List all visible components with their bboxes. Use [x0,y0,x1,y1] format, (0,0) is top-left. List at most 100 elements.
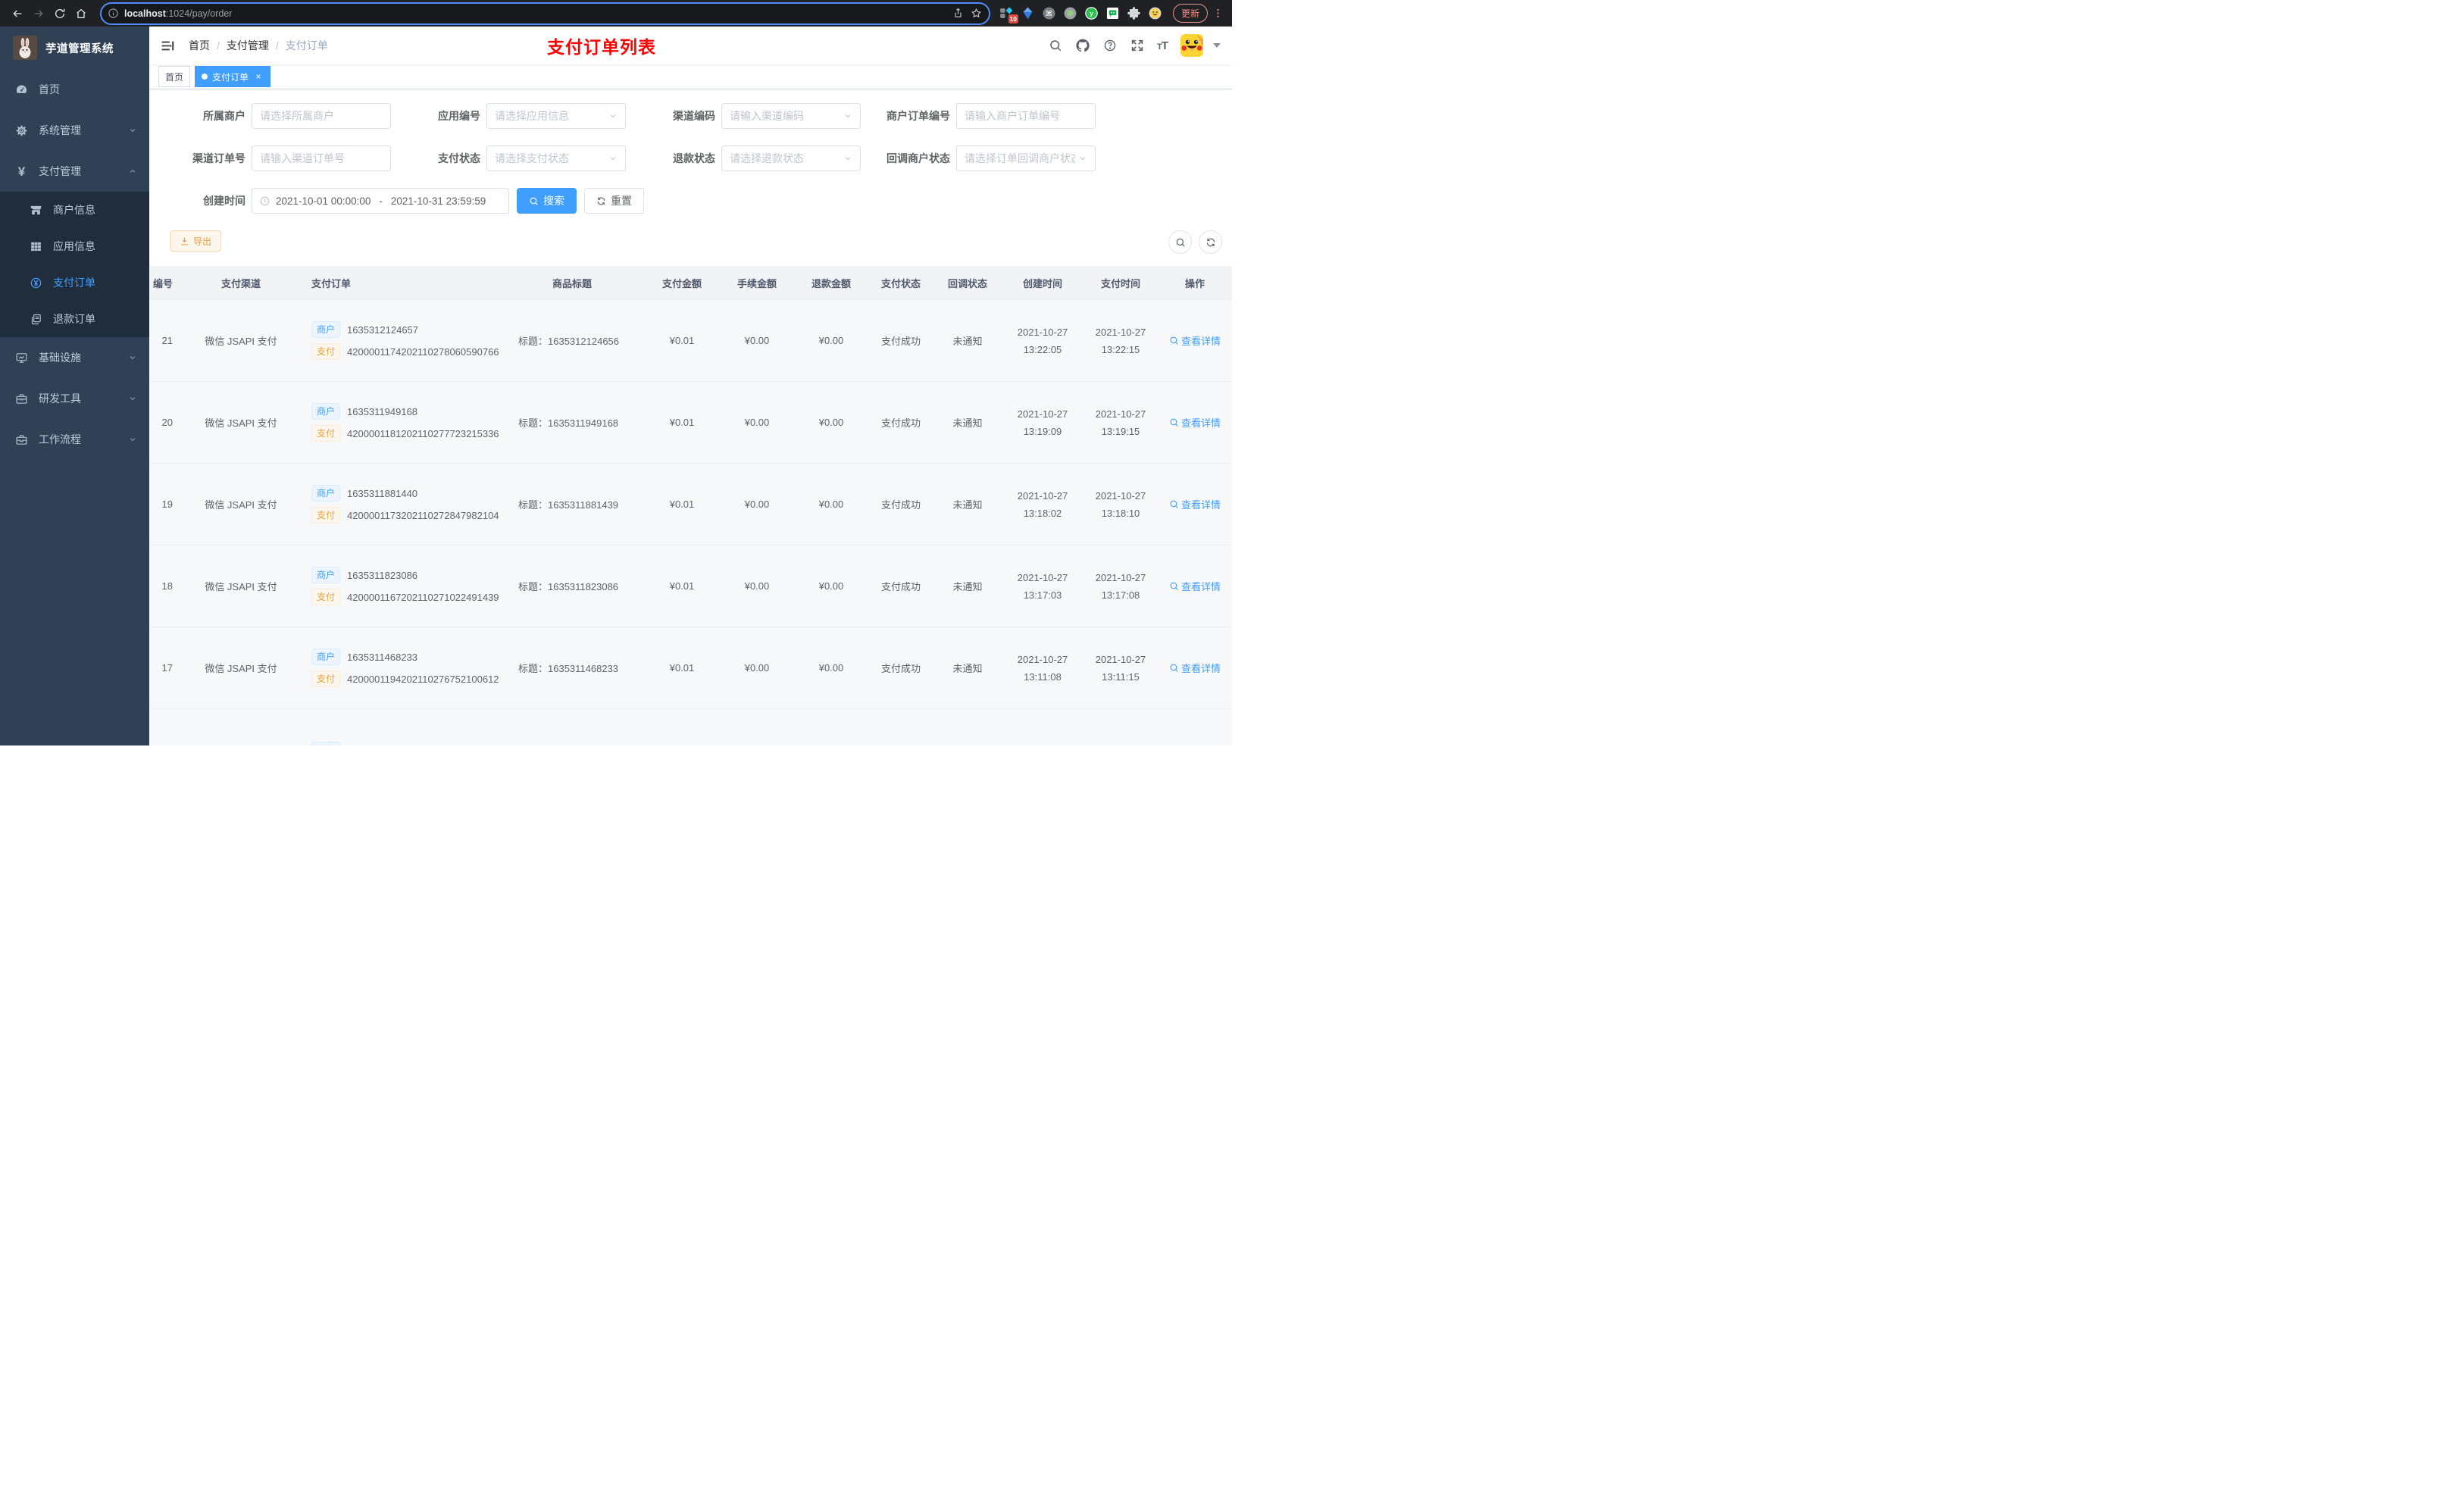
extension-chat-icon[interactable] [1105,6,1120,20]
filter-select[interactable]: 请选择退款状态 [721,145,861,171]
address-bar[interactable]: localhost:1024/pay/order [100,2,990,25]
search-icon[interactable] [1048,39,1062,53]
table-row[interactable]: 18 微信 JSAPI 支付 商户 1635311823086 支付 4200001167… [149,545,1232,627]
cell-pay-amount: ¥0.01 [644,463,720,545]
tag-pay-order[interactable]: 支付订单 × [195,66,271,87]
font-size-icon[interactable]: TT [1157,39,1168,52]
breadcrumb-home[interactable]: 首页 [189,38,210,53]
filter-row-2: 渠道订单号 请输入渠道订单号 支付状态 请选择支付状态 退款状态 请选择退款状态 回调商户状… [170,145,1232,171]
home-icon[interactable] [71,4,91,23]
extension-command-icon[interactable]: ⌘ [1042,6,1056,20]
table-row[interactable]: 21 微信 JSAPI 支付 商户 1635312124657 支付 4200001174… [149,299,1232,382]
sidebar-item-merchant-info[interactable]: 商户信息 [0,192,149,228]
share-icon[interactable] [949,5,968,23]
cell-id: 17 [149,627,177,709]
filter-input[interactable]: 请输入渠道订单号 [252,145,391,171]
sidebar-logo-row[interactable]: 芋道管理系统 [0,27,149,69]
sidebar-item-dev-tools[interactable]: 研发工具 [0,378,149,419]
view-detail-link[interactable]: 查看详情 [1169,579,1221,593]
reload-icon[interactable] [50,4,70,23]
info-icon[interactable] [108,8,119,19]
filter-input[interactable]: 请输入商户订单编号 [956,103,1096,129]
toggle-search-button[interactable] [1168,230,1192,254]
filter-select[interactable]: 请输入渠道编码 [721,103,861,129]
sidebar-item-workflow[interactable]: 工作流程 [0,419,149,460]
reset-button[interactable]: 重置 [584,188,644,214]
cell-pay-amount: ¥0.01 [644,627,720,709]
extension-y-icon[interactable]: y [1084,6,1099,20]
create-time-range-input[interactable]: 2021-10-01 00:00:00 - 2021-10-31 23:59:5… [252,188,509,214]
filter-row-1: 所属商户 请选择所属商户 应用编号 请选择应用信息 渠道编码 请输入渠道编码 商户订单编号 请… [170,103,1232,129]
sidebar-item-app-info[interactable]: 应用信息 [0,228,149,264]
sidebar-item-label: 基础设施 [39,352,81,364]
refresh-button[interactable] [1199,230,1222,254]
help-icon[interactable] [1102,39,1117,53]
filter-select[interactable]: 请选择应用信息 [486,103,626,129]
avatar-caret-icon[interactable] [1213,43,1221,48]
view-detail-link[interactable]: 查看详情 [1169,415,1221,430]
table-row[interactable]: 20 微信 JSAPI 支付 商户 1635311949168 支付 4200001181… [149,381,1232,464]
back-icon[interactable] [8,4,27,23]
filter-field: 渠道订单号 请输入渠道订单号 [170,145,391,171]
sidebar-item-infra[interactable]: 基础设施 [0,337,149,378]
cell-pay-order: 商户 1635312124657 支付 42000011742021102780605… [305,299,500,382]
pay-badge: 支付 [311,425,341,442]
sidebar-item-label: 首页 [39,83,60,95]
extension-kite-icon[interactable] [1021,6,1035,20]
github-icon[interactable] [1075,39,1090,53]
view-detail-label: 查看详情 [1180,663,1221,674]
cell-pay-amount: ¥0.01 [644,299,720,382]
merchant-order-line: 商户 1635311949168 [311,403,500,420]
filter-select[interactable]: 请选择支付状态 [486,145,626,171]
sidebar-item-home[interactable]: 首页 [0,69,149,110]
cell-fee-amount: ¥0.00 [720,627,794,709]
cell-refund-amount: ¥0.00 [794,381,868,464]
cell-pay-status: 支付成功 [868,463,933,545]
bookmark-star-icon[interactable] [968,5,986,23]
breadcrumb-pay-management[interactable]: 支付管理 [227,38,269,53]
merchant-badge: 商户 [311,741,341,746]
chevron-down-icon [608,154,618,163]
export-button[interactable]: 导出 [170,230,222,252]
filter-select[interactable]: 请选择订单回调商户状态 [956,145,1096,171]
dashboard-icon [14,83,29,96]
sidebar-item-pay-order[interactable]: 支付订单 [0,264,149,301]
fullscreen-icon[interactable] [1130,39,1144,53]
extension-tabs-icon[interactable]: 10 [999,6,1018,23]
chevron-down-icon [128,435,137,444]
avatar[interactable] [1180,34,1203,57]
title-value: 1635312124656 [548,336,620,347]
table-row[interactable]: 19 微信 JSAPI 支付 商户 1635311881440 支付 4200001173… [149,463,1232,545]
view-detail-link[interactable]: 查看详情 [1169,661,1221,675]
sidebar-item-pay[interactable]: ¥ 支付管理 [0,151,149,192]
view-detail-link[interactable]: 查看详情 [1169,497,1221,511]
url-text: localhost:1024/pay/order [124,8,233,19]
cell-notify-status: 未通知 [933,463,1002,545]
sidebar-collapse-icon[interactable] [161,37,177,54]
extension-emoji-icon[interactable] [1148,6,1162,20]
extensions-puzzle-icon[interactable] [1127,6,1141,20]
table-row[interactable]: 17 微信 JSAPI 支付 商户 1635311468233 支付 4200001194… [149,627,1232,709]
extension-record-icon[interactable] [1063,6,1077,20]
tag-close-icon[interactable]: × [253,71,264,82]
placeholder-text: 请选择应用信息 [495,110,569,122]
sidebar-item-refund-order[interactable]: 退款订单 [0,301,149,337]
tag-home[interactable]: 首页 [158,66,191,87]
table-row[interactable]: 商户 1635311054796 [149,708,1232,746]
date-start[interactable]: 2021-10-01 00:00:00 [276,195,371,207]
browser-menu-icon[interactable] [1211,5,1224,22]
filter-row-3: 创建时间 2021-10-01 00:00:00 - 2021-10-31 23… [170,188,1232,214]
filter-input[interactable]: 请选择所属商户 [252,103,391,129]
title-prefix: 标题： [518,581,549,592]
browser-update-button[interactable]: 更新 [1172,4,1208,23]
cell-pay-time: 2021-10-27 13:18:10 [1083,463,1158,545]
filter-field: 所属商户 请选择所属商户 [170,103,391,129]
search-button[interactable]: 搜索 [517,188,577,214]
sidebar-item-system[interactable]: 系统管理 [0,110,149,151]
view-detail-link[interactable]: 查看详情 [1169,333,1221,348]
date-end[interactable]: 2021-10-31 23:59:59 [391,195,486,207]
cell-fee-amount: ¥0.00 [720,463,794,545]
cell-product-title: 标题：1635311468233 [500,627,644,709]
forward-icon[interactable] [29,4,48,23]
title-prefix: 标题： [518,336,549,347]
